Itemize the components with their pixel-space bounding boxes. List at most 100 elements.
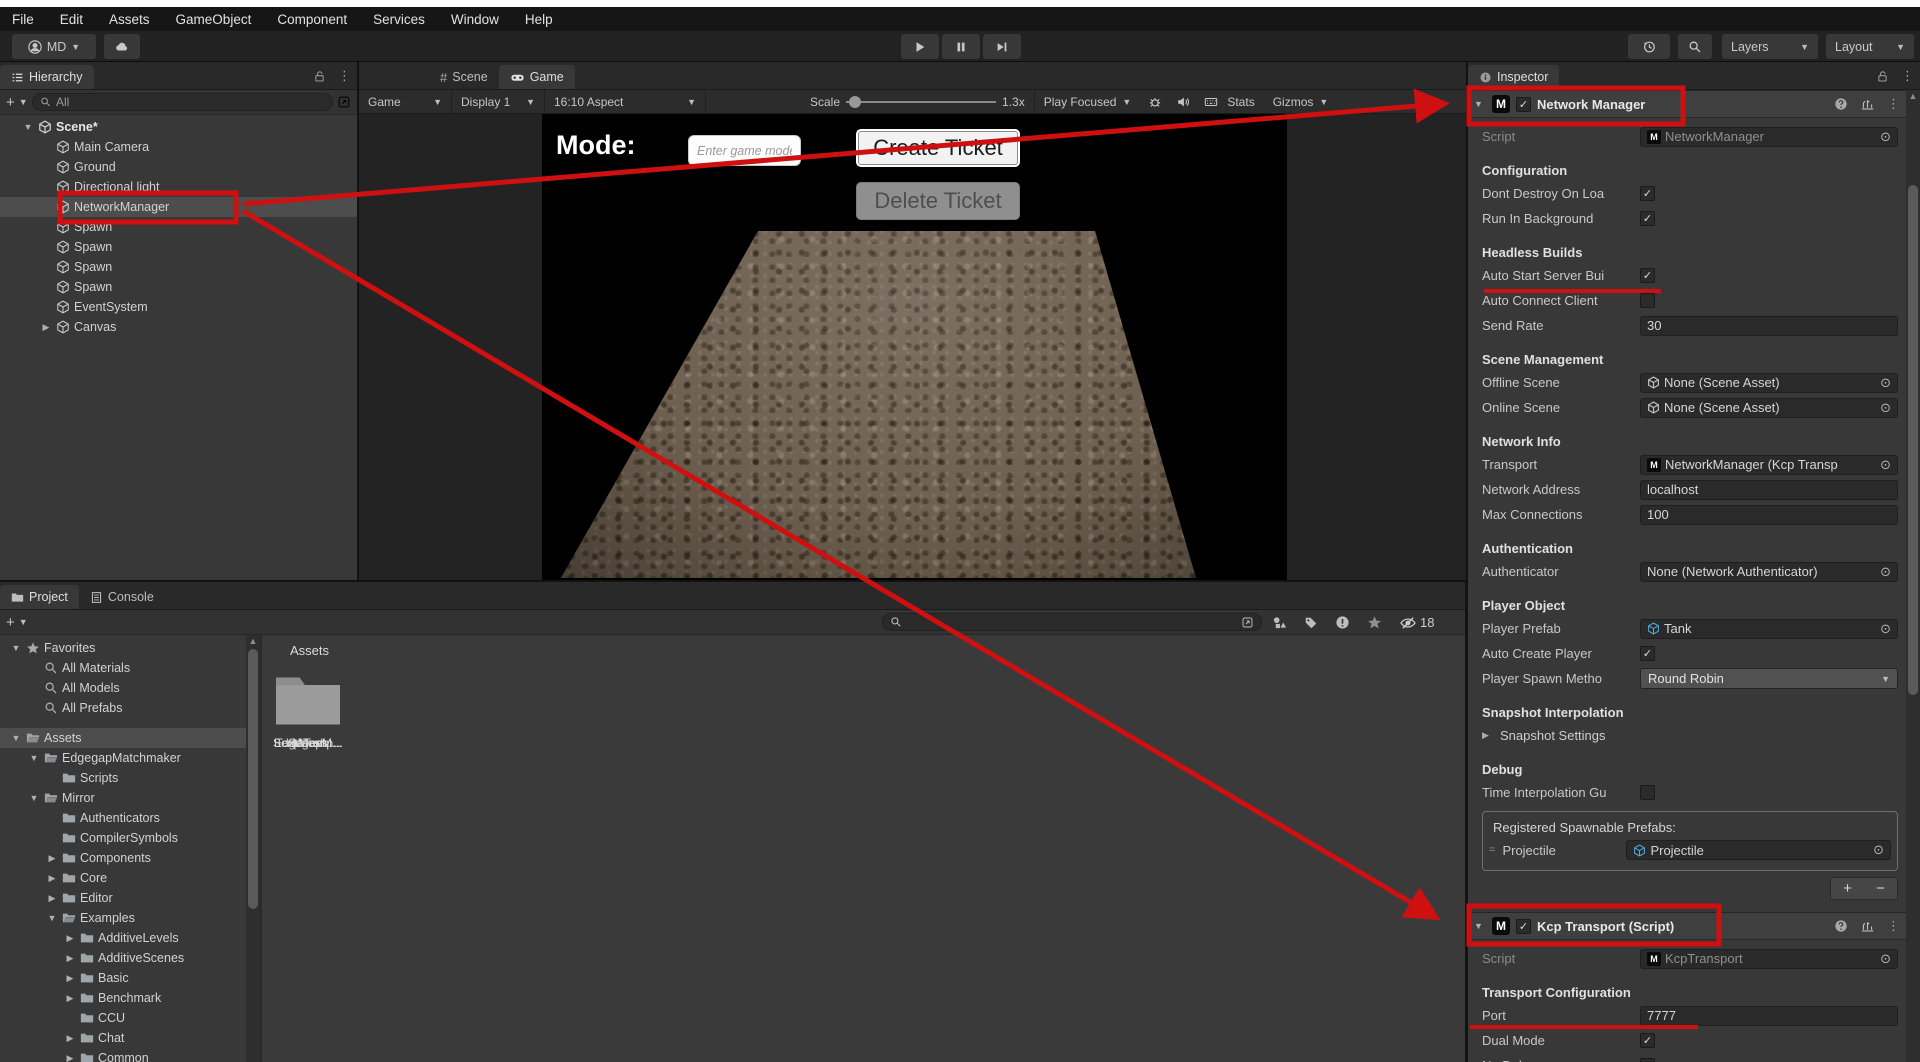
- tree-item[interactable]: ▶ Components: [0, 848, 260, 868]
- remove-element-button[interactable]: −: [1864, 878, 1897, 899]
- fold-arrow-icon[interactable]: ▶: [64, 1033, 76, 1044]
- debug-bug-icon[interactable]: [1148, 95, 1162, 109]
- fold-arrow-icon[interactable]: ▼: [10, 643, 22, 653]
- mute-audio-icon[interactable]: [1176, 95, 1190, 109]
- tab-scene[interactable]: # Scene: [429, 65, 499, 89]
- tab-project[interactable]: Project: [0, 585, 79, 609]
- add-asset-button[interactable]: +: [6, 614, 15, 631]
- menu-item[interactable]: File: [12, 12, 34, 27]
- scale-slider[interactable]: [846, 101, 996, 103]
- hierarchy-item[interactable]: Spawn: [0, 237, 357, 257]
- filter-type-icon[interactable]: [1272, 615, 1287, 630]
- kebab-menu-icon[interactable]: ⋮: [1887, 96, 1900, 112]
- run-in-background-checkbox[interactable]: ✓: [1640, 211, 1655, 226]
- tree-item[interactable]: All Prefabs: [0, 698, 260, 718]
- fold-arrow-icon[interactable]: ▼: [10, 733, 22, 743]
- alert-icon[interactable]: [1335, 615, 1350, 630]
- hierarchy-item[interactable]: Spawn: [0, 257, 357, 277]
- game-mode-input[interactable]: [688, 135, 801, 166]
- fold-arrow-icon[interactable]: ▶: [64, 973, 76, 984]
- account-button[interactable]: MD ▼: [12, 34, 96, 59]
- drag-handle-icon[interactable]: =: [1489, 844, 1496, 856]
- auto-start-server-checkbox[interactable]: ✓: [1640, 268, 1655, 283]
- chevron-down-icon[interactable]: ▼: [19, 617, 28, 627]
- tree-item[interactable]: ▶ Common: [0, 1048, 260, 1062]
- transport-field[interactable]: M NetworkManager (Kcp Transp ⊙: [1640, 455, 1898, 475]
- menu-item[interactable]: Edit: [60, 12, 83, 27]
- create-ticket-button[interactable]: Create Ticket: [856, 129, 1020, 167]
- hierarchy-item[interactable]: Spawn: [0, 217, 357, 237]
- fold-arrow-icon[interactable]: ▶: [64, 1053, 76, 1062]
- hierarchy-item[interactable]: ▼ Scene*: [0, 117, 357, 137]
- layers-dropdown[interactable]: Layers ▼: [1722, 34, 1818, 59]
- fold-arrow-icon[interactable]: ▼: [28, 793, 40, 803]
- layout-dropdown[interactable]: Layout ▼: [1826, 34, 1914, 59]
- auto-create-player-checkbox[interactable]: ✓: [1640, 646, 1655, 661]
- favorite-star-icon[interactable]: [1367, 615, 1382, 630]
- focus-icon[interactable]: [1241, 616, 1254, 629]
- inspector-scrollbar[interactable]: ▲: [1906, 90, 1920, 1062]
- fold-arrow-icon[interactable]: ▼: [46, 913, 58, 923]
- label-tag-icon[interactable]: [1304, 616, 1318, 630]
- tree-item[interactable]: ▶ AdditiveScenes: [0, 948, 260, 968]
- lock-icon[interactable]: [1876, 70, 1889, 83]
- fold-arrow-icon[interactable]: ▶: [64, 993, 76, 1004]
- cloud-button[interactable]: [104, 34, 140, 59]
- script-object-field[interactable]: M KcpTransport ⊙: [1640, 949, 1898, 969]
- hierarchy-searchbox[interactable]: [32, 93, 333, 111]
- help-icon[interactable]: [1834, 97, 1848, 111]
- tree-item[interactable]: ▶ Core: [0, 868, 260, 888]
- menu-item[interactable]: Component: [277, 12, 347, 27]
- object-picker-icon[interactable]: ⊙: [1880, 129, 1891, 145]
- aspect-dropdown[interactable]: 16:10 Aspect▼: [545, 90, 705, 113]
- fold-arrow-icon[interactable]: ▼: [28, 753, 40, 763]
- tree-item[interactable]: Authenticators: [0, 808, 260, 828]
- lock-icon[interactable]: [313, 70, 326, 83]
- project-searchbox[interactable]: [882, 613, 1262, 631]
- authenticator-field[interactable]: None (Network Authenticator) ⊙: [1640, 562, 1898, 582]
- chevron-down-icon[interactable]: ▼: [19, 97, 28, 107]
- tree-item[interactable]: ▶ Editor: [0, 888, 260, 908]
- hierarchy-item[interactable]: EventSystem: [0, 297, 357, 317]
- scroll-up-icon[interactable]: ▲: [246, 636, 260, 646]
- play-focused-dropdown[interactable]: Play Focused▼: [1035, 90, 1141, 113]
- object-picker-icon[interactable]: ⊙: [1880, 457, 1891, 473]
- tree-item[interactable]: CCU: [0, 1008, 260, 1028]
- tab-inspector[interactable]: Inspector: [1468, 65, 1559, 89]
- network-manager-header[interactable]: ▼ M ✓ Network Manager ⋮: [1468, 90, 1906, 118]
- fold-arrow-icon[interactable]: ▶: [46, 893, 58, 904]
- spawnable-prefab-row[interactable]: = Projectile Projectile ⊙: [1489, 838, 1891, 862]
- pause-button[interactable]: [942, 34, 980, 59]
- network-address-input[interactable]: localhost: [1640, 480, 1898, 500]
- tree-item[interactable]: ▼ Examples: [0, 908, 260, 928]
- fold-arrow-icon[interactable]: ▶: [46, 853, 58, 864]
- hierarchy-item[interactable]: Directional light: [0, 177, 357, 197]
- project-search-input[interactable]: [907, 615, 1236, 630]
- dual-mode-checkbox[interactable]: ✓: [1640, 1033, 1655, 1048]
- object-picker-icon[interactable]: ⊙: [1880, 375, 1891, 391]
- focus-icon[interactable]: [337, 95, 351, 109]
- tree-item[interactable]: CompilerSymbols: [0, 828, 260, 848]
- script-object-field[interactable]: M NetworkManager ⊙: [1640, 127, 1898, 147]
- tree-item[interactable]: ▶ Chat: [0, 1028, 260, 1048]
- menu-item[interactable]: GameObject: [176, 12, 252, 27]
- tree-item[interactable]: Scripts: [0, 768, 260, 788]
- object-picker-icon[interactable]: ⊙: [1880, 564, 1891, 580]
- delete-ticket-button[interactable]: Delete Ticket: [856, 182, 1020, 220]
- scroll-up-icon[interactable]: ▲: [1906, 91, 1920, 101]
- kebab-menu-icon[interactable]: ⋮: [1901, 68, 1914, 84]
- no-delay-checkbox[interactable]: ✓: [1640, 1058, 1655, 1062]
- online-scene-field[interactable]: None (Scene Asset) ⊙: [1640, 398, 1898, 418]
- component-enabled-checkbox[interactable]: ✓: [1516, 97, 1531, 112]
- menu-item[interactable]: Window: [451, 12, 499, 27]
- spawn-method-dropdown[interactable]: Round Robin ▼: [1640, 668, 1898, 689]
- hierarchy-item[interactable]: ▶ Canvas: [0, 317, 357, 337]
- add-element-button[interactable]: +: [1831, 878, 1864, 899]
- menu-item[interactable]: Assets: [109, 12, 150, 27]
- folder-tile[interactable]: TextMesh ...: [262, 671, 354, 750]
- tab-hierarchy[interactable]: Hierarchy: [0, 65, 94, 89]
- component-enabled-checkbox[interactable]: ✓: [1516, 919, 1531, 934]
- hidden-count-badge[interactable]: 18: [1399, 615, 1434, 630]
- object-picker-icon[interactable]: ⊙: [1880, 621, 1891, 637]
- snapshot-settings-foldout[interactable]: ▶ Snapshot Settings: [1482, 723, 1898, 748]
